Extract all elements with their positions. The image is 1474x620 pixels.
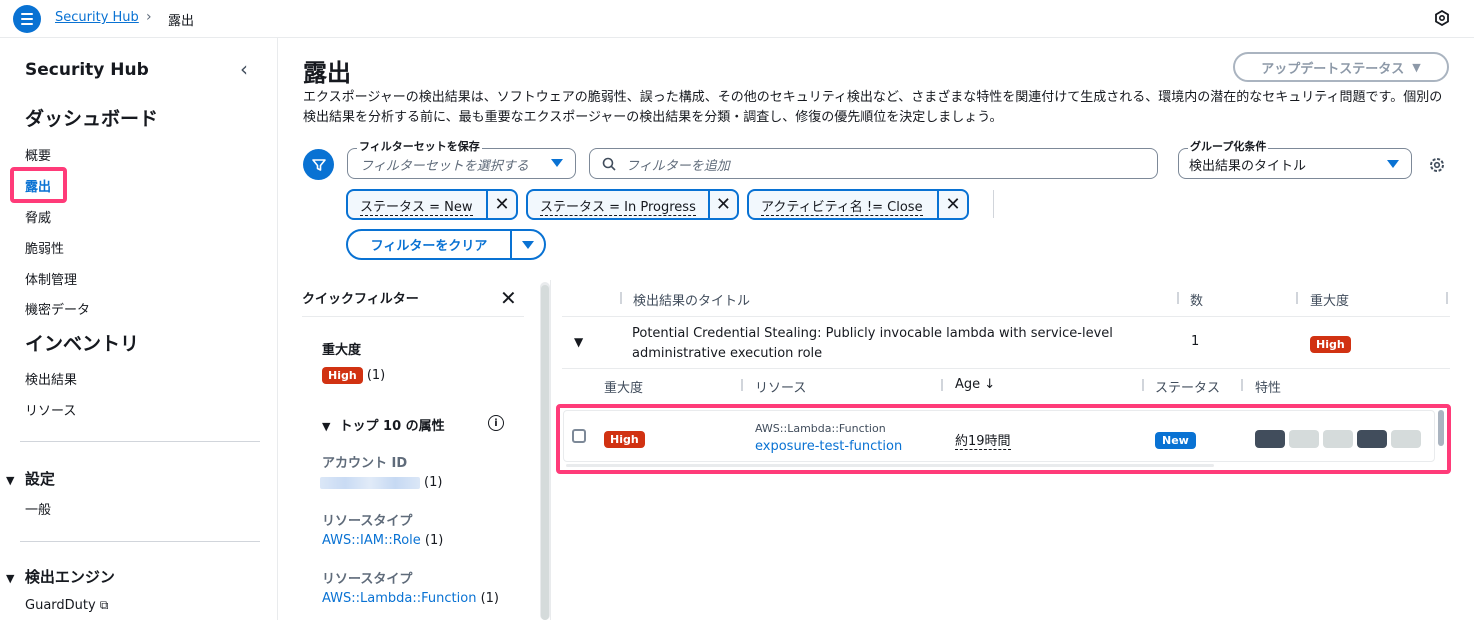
caret-down-icon[interactable] [510,231,544,258]
sidebar-item-guardduty[interactable]: GuardDuty ⧉ [25,598,108,613]
sidebar-inventory-heading: インベントリ [25,333,140,355]
resource-type-iam-role[interactable]: AWS::IAM::Role (1) [322,533,443,548]
filter-token-status-new[interactable]: ステータス = New ✕ [346,189,518,220]
menu-icon[interactable] [13,5,41,33]
page-description: エクスポージャーの検出結果は、ソフトウェアの脆弱性、誤った構成、その他のセキュリ… [303,90,1443,125]
sidebar-item-overview[interactable]: 概要 [25,145,51,164]
scrollbar-thumb[interactable] [541,285,549,620]
caret-down-icon [551,159,563,167]
notifications-icon[interactable] [1434,10,1450,26]
info-icon[interactable]: i [488,415,504,431]
sidebar-item-findings[interactable]: 検出結果 [25,369,77,388]
breadcrumb-current: 露出 [168,14,195,29]
redacted-account-id[interactable] [320,477,420,489]
clear-filters-label[interactable]: フィルターをクリア [348,231,510,258]
column-separator [620,292,622,304]
divider [562,368,1450,369]
severity-badge: High [322,367,363,384]
filter-icon[interactable] [303,149,334,180]
filter-token-status-in-progress[interactable]: ステータス = In Progress ✕ [526,189,739,220]
divider [20,441,260,442]
column-header-count[interactable]: 数 [1190,290,1203,309]
sidebar-item-threats[interactable]: 脅威 [25,207,51,226]
subheader-age[interactable]: Age ↓ [955,377,995,392]
column-separator [1177,292,1179,304]
group-by-label: グループ化条件 [1188,138,1269,154]
highlight-box [10,167,67,203]
group-row-count: 1 [1191,334,1200,349]
resource-type-label: リソースタイプ [322,572,413,587]
external-link-icon: ⧉ [99,598,109,612]
column-separator [941,379,943,391]
chevron-right-icon: › [146,9,152,25]
subheader-traits[interactable]: 特性 [1255,377,1281,396]
resource-type-label: リソースタイプ [322,514,413,529]
sidebar-item-resources[interactable]: リソース [25,400,76,419]
sidebar-title: Security Hub [25,60,149,80]
top10-toggle[interactable]: ▼ トップ 10 の属性 [322,415,445,434]
close-icon[interactable]: ✕ [500,286,517,310]
column-separator [1296,292,1298,304]
divider [993,190,994,218]
caret-down-icon: ▼ [1412,60,1421,74]
collapse-sidebar-icon[interactable]: ‹ [240,57,248,81]
caret-down-icon [1387,160,1399,168]
gear-icon[interactable] [1428,156,1446,174]
column-header-severity[interactable]: 重大度 [1310,290,1349,309]
column-header-title[interactable]: 検出結果のタイトル [633,290,750,309]
group-row-title[interactable]: Potential Credential Stealing: Publicly … [632,324,1113,364]
sidebar-item-vulnerabilities[interactable]: 脆弱性 [25,238,64,257]
account-count: (1) [424,475,443,490]
update-status-button[interactable]: アップデートステータス ▼ [1233,52,1449,82]
subheader-severity[interactable]: 重大度 [604,377,643,396]
filter-set-label: フィルターセットを保存 [357,138,482,154]
divider [302,316,524,317]
column-separator [741,379,743,391]
close-icon[interactable]: ✕ [937,191,967,218]
caret-down-icon[interactable]: ▼ [574,335,583,349]
divider [20,541,260,542]
sidebar-item-general[interactable]: 一般 [25,499,51,518]
column-separator [1446,292,1448,304]
page-title: 露出 [303,59,351,87]
top-bar: Security Hub › 露出 [0,0,1474,38]
close-icon[interactable]: ✕ [707,191,737,218]
severity-label: 重大度 [322,343,362,358]
resource-type-lambda-function[interactable]: AWS::Lambda::Function (1) [322,591,499,606]
sidebar-item-sensitive-data[interactable]: 機密データ [25,299,90,318]
sidebar-dashboard-heading[interactable]: ダッシュボード [25,104,158,131]
divider [562,316,1450,317]
group-row-severity: High [1310,333,1351,353]
highlight-box [556,404,1451,474]
filter-search-input[interactable]: フィルターを追加 [589,148,1158,179]
filter-token-activity[interactable]: アクティビティ名 != Close ✕ [747,189,969,220]
quick-filters-title: クイックフィルター [302,292,419,307]
sidebar-item-posture[interactable]: 体制管理 [25,269,77,288]
subheader-status[interactable]: ステータス [1155,377,1220,396]
column-separator [1142,379,1144,391]
close-icon[interactable]: ✕ [486,191,516,218]
sort-descending-icon: ↓ [984,377,996,392]
sidebar-engines-section[interactable]: ▼ 検出エンジン [6,566,115,587]
search-icon [602,157,616,171]
column-separator [1241,379,1243,391]
subheader-resource[interactable]: リソース [755,377,806,396]
account-id-label: アカウント ID [322,456,408,471]
clear-filters-button[interactable]: フィルターをクリア [346,229,546,260]
sidebar-settings-section[interactable]: ▼ 設定 [6,468,55,489]
breadcrumb-security-hub[interactable]: Security Hub [55,10,139,25]
severity-filter-high[interactable]: High (1) [322,367,385,384]
